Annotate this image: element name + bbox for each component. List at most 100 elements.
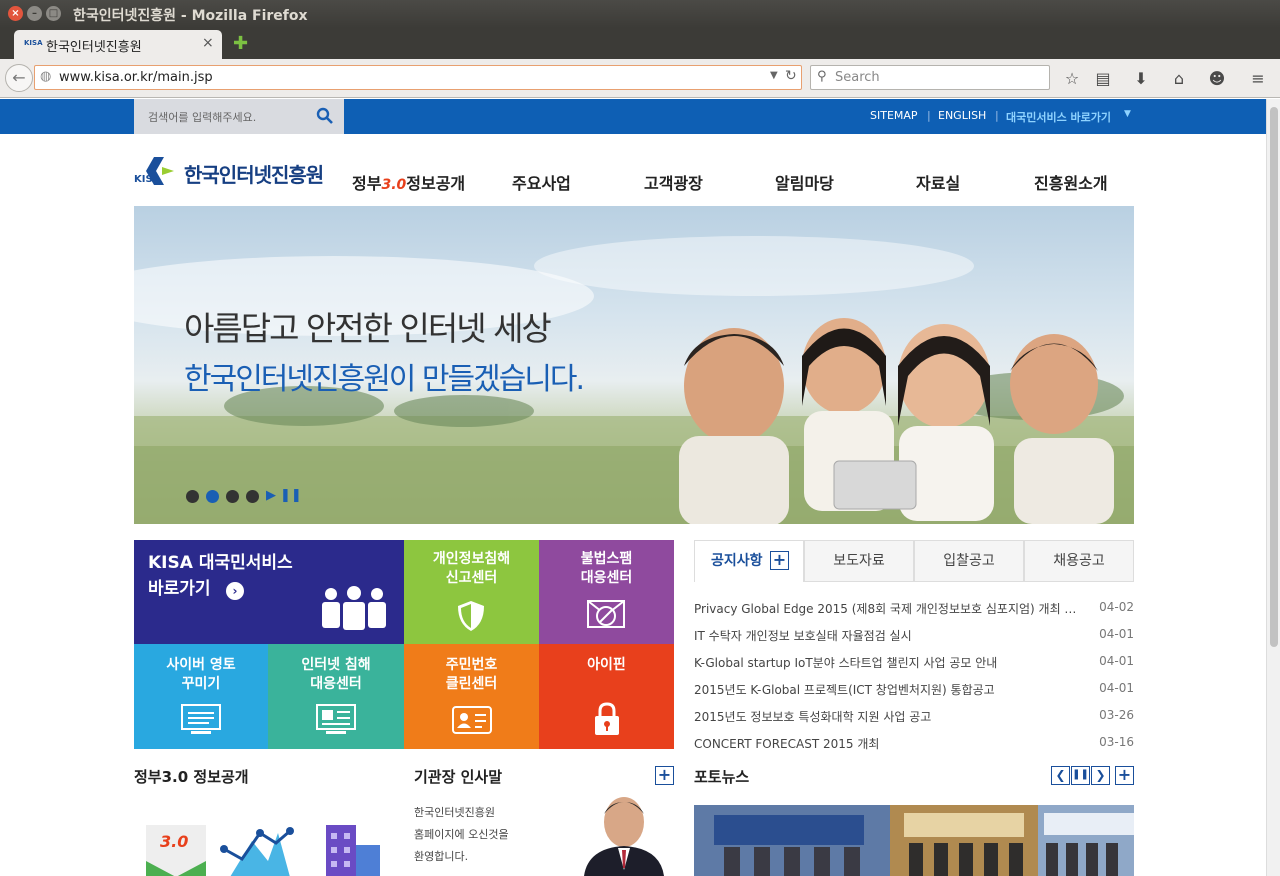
tile-label-2: 꾸미기 bbox=[181, 676, 221, 692]
tile-label-1: 개인정보침해 bbox=[432, 551, 511, 567]
news-item[interactable]: 2015년도 K-Global 프로젝트(ICT 창업벤처지원) 통합공고 04-… bbox=[694, 681, 1134, 701]
internet-incident-center-tile[interactable]: 인터넷 침해 대응센터 bbox=[268, 644, 404, 749]
news-item[interactable]: CONCERT FORECAST 2015 개최 03-16 bbox=[694, 735, 1134, 755]
site-topbar: 검색어를 입력해주세요. SITEMAP | ENGLISH | 대국민서비스 … bbox=[0, 99, 1266, 134]
public-service-link[interactable]: 대국민서비스 바로가기 bbox=[1006, 109, 1111, 125]
new-tab-icon[interactable]: ✚ bbox=[233, 33, 248, 54]
building-icon[interactable] bbox=[322, 825, 384, 876]
news-item[interactable]: Privacy Global Edge 2015 (제8회 국제 개인정보보호 … bbox=[694, 600, 1134, 620]
no-mail-icon bbox=[587, 600, 625, 628]
chevron-down-icon: ▼ bbox=[1124, 109, 1131, 119]
slide-dot[interactable] bbox=[186, 490, 199, 503]
slide-dot[interactable] bbox=[246, 490, 259, 503]
browser-tab[interactable]: KISA 한국인터넷진흥원 × bbox=[14, 30, 222, 59]
cyber-territory-tile[interactable]: 사이버 영토꾸미기 bbox=[134, 644, 268, 749]
news-date: 04-01 bbox=[1099, 627, 1134, 641]
people-group-icon bbox=[322, 586, 386, 630]
divider: | bbox=[927, 109, 931, 122]
pause-icon[interactable]: ❚❚ bbox=[280, 488, 302, 503]
reading-list-icon[interactable]: ▤ bbox=[1092, 68, 1114, 90]
photo-news-thumbnails[interactable] bbox=[694, 805, 1134, 876]
tile-label-1: 사이버 영토 bbox=[166, 657, 236, 673]
public-service-title: KISA 대국민서비스 bbox=[148, 553, 293, 573]
tile-label-1: 불법스팸 bbox=[580, 551, 633, 567]
gnb-item-main-business[interactable]: 주요사업 bbox=[512, 170, 571, 194]
ipin-tile[interactable]: 아이핀 bbox=[539, 644, 674, 749]
play-icon[interactable]: ▶ bbox=[266, 488, 276, 503]
news-date: 04-01 bbox=[1099, 654, 1134, 668]
site-logo[interactable]: KISA 한국인터넷진흥원 bbox=[134, 155, 339, 191]
id-card-icon bbox=[452, 706, 492, 734]
gnb-item-customer[interactable]: 고객광장 bbox=[644, 170, 703, 194]
chat-icon[interactable]: ☻ bbox=[1206, 68, 1228, 90]
news-title: CONCERT FORECAST 2015 개최 bbox=[694, 737, 880, 751]
scrollbar-thumb[interactable] bbox=[1270, 107, 1278, 647]
reload-icon[interactable]: ↻ bbox=[785, 68, 797, 84]
web-page: 검색어를 입력해주세요. SITEMAP | ENGLISH | 대국민서비스 … bbox=[0, 99, 1266, 876]
tab-label: 한국인터넷진흥원 bbox=[46, 40, 142, 55]
slide-dot[interactable] bbox=[226, 490, 239, 503]
tab-notice[interactable]: 공지사항 + bbox=[694, 540, 804, 582]
ceo-photo bbox=[584, 797, 664, 876]
news-title: K-Global startup IoT분야 스타트업 챌린지 사업 공모 안내 bbox=[694, 656, 998, 670]
gnb-gov-suffix: 정보공개 bbox=[406, 174, 466, 193]
news-item[interactable]: 2015년도 정보보호 특성화대학 지원 사업 공고 03-26 bbox=[694, 708, 1134, 728]
screen-news-icon bbox=[316, 704, 356, 734]
gov30-section-title: 정부3.0 정보공개 bbox=[134, 768, 249, 786]
maximize-window-button[interactable]: □ bbox=[46, 6, 61, 21]
ceo-more-icon[interactable]: + bbox=[655, 766, 674, 785]
tab-recruit[interactable]: 채용공고 bbox=[1024, 540, 1134, 582]
photo-next-icon[interactable]: ❯ bbox=[1091, 766, 1110, 785]
photo-pause-icon[interactable]: ❚❚ bbox=[1071, 766, 1090, 785]
hero-headline: 아름답고 안전한 인터넷 세상 bbox=[184, 309, 552, 348]
page-scrollbar[interactable] bbox=[1266, 99, 1280, 876]
spam-response-center-tile[interactable]: 불법스팸 대응센터 bbox=[539, 540, 674, 644]
notice-more-icon[interactable]: + bbox=[770, 551, 789, 570]
news-date: 03-26 bbox=[1099, 708, 1134, 722]
shield-icon bbox=[458, 601, 484, 631]
chart-line-icon[interactable] bbox=[220, 825, 296, 876]
photo-prev-icon[interactable]: ❮ bbox=[1051, 766, 1070, 785]
minimize-window-button[interactable]: – bbox=[27, 6, 42, 21]
privacy-report-center-tile[interactable]: 개인정보침해 신고센터 bbox=[404, 540, 539, 644]
photo-more-icon[interactable]: + bbox=[1115, 766, 1134, 785]
back-button[interactable]: ← bbox=[5, 64, 33, 92]
url-bar[interactable]: ◍ www.kisa.or.kr/main.jsp ▼ ↻ bbox=[34, 65, 802, 90]
tab-close-icon[interactable]: × bbox=[202, 35, 214, 51]
public-service-main-tile[interactable]: KISA 대국민서비스 바로가기 › bbox=[134, 540, 404, 644]
news-date: 04-01 bbox=[1099, 681, 1134, 695]
ceo-text-line: 환영합니다. bbox=[414, 850, 469, 863]
bookmark-star-icon[interactable]: ☆ bbox=[1061, 68, 1083, 90]
slide-dot-active[interactable] bbox=[206, 490, 219, 503]
download-icon[interactable]: ⬇ bbox=[1130, 68, 1152, 90]
search-icon[interactable] bbox=[316, 107, 334, 125]
home-icon[interactable]: ⌂ bbox=[1168, 68, 1190, 90]
rrn-clean-center-tile[interactable]: 주민번호 클린센터 bbox=[404, 644, 539, 749]
photo-news-title: 포토뉴스 bbox=[694, 768, 750, 786]
hero-subheadline: 한국인터넷진흥원이 만들겠습니다. bbox=[184, 362, 585, 397]
tile-label-1: 아이핀 bbox=[587, 657, 626, 673]
gov30-badge: 3.0 bbox=[381, 177, 407, 193]
browser-search-field[interactable]: ⚲ Search bbox=[810, 65, 1050, 90]
menu-icon[interactable]: ≡ bbox=[1247, 68, 1269, 90]
tab-press[interactable]: 보도자료 bbox=[804, 540, 914, 582]
news-item[interactable]: IT 수탁자 개인정보 보호실태 자율점검 실시 04-01 bbox=[694, 627, 1134, 647]
news-date: 03-16 bbox=[1099, 735, 1134, 749]
gnb-item-about[interactable]: 진흥원소개 bbox=[1034, 170, 1108, 194]
site-search-box[interactable]: 검색어를 입력해주세요. bbox=[134, 99, 344, 134]
news-item[interactable]: K-Global startup IoT분야 스타트업 챌린지 사업 공모 안내… bbox=[694, 654, 1134, 674]
hero-banner[interactable]: 아름답고 안전한 인터넷 세상 한국인터넷진흥원이 만들겠습니다. ▶ ❚❚ bbox=[134, 206, 1134, 524]
sitemap-link[interactable]: SITEMAP bbox=[870, 109, 918, 122]
gnb-item-notice[interactable]: 알림마당 bbox=[775, 170, 834, 194]
english-link[interactable]: ENGLISH bbox=[938, 109, 986, 122]
arrow-circle-icon: › bbox=[226, 582, 244, 600]
news-title: 2015년도 정보보호 특성화대학 지원 사업 공고 bbox=[694, 710, 932, 724]
dropdown-arrow-icon[interactable]: ▼ bbox=[770, 70, 778, 81]
tile-label-1: 주민번호 bbox=[445, 657, 498, 673]
tab-bid[interactable]: 입찰공고 bbox=[914, 540, 1024, 582]
news-date: 04-02 bbox=[1099, 600, 1134, 614]
gnb-item-library[interactable]: 자료실 bbox=[916, 170, 960, 194]
tile-label-2: 대응센터 bbox=[310, 676, 362, 692]
gnb-gov30[interactable]: 정부3.0정보공개 bbox=[352, 170, 465, 194]
close-window-button[interactable]: × bbox=[8, 6, 23, 21]
